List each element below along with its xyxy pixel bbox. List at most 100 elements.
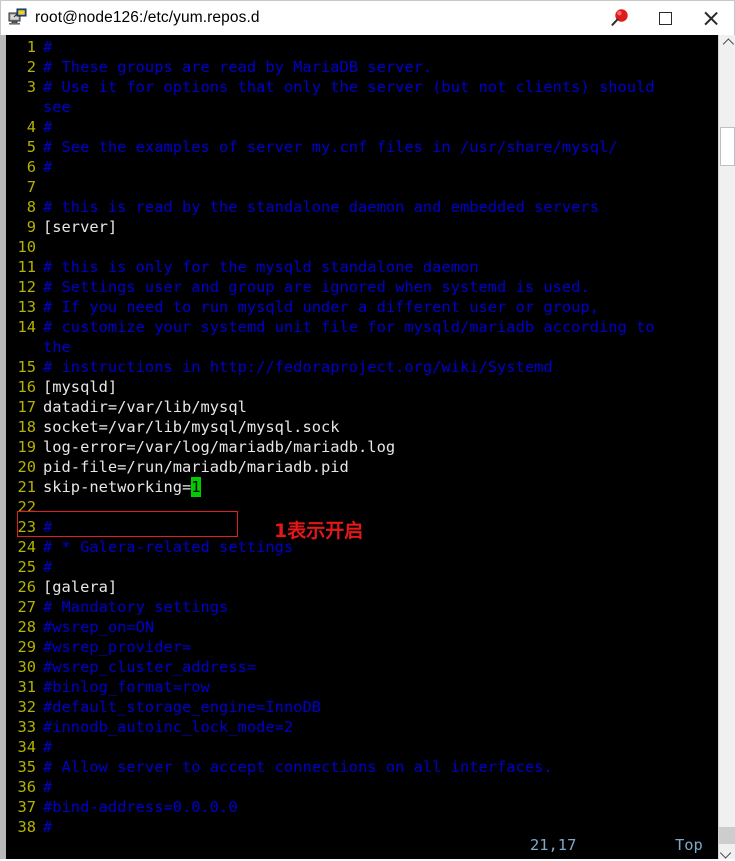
code-line[interactable]: 34 #	[6, 737, 718, 757]
scroll-up-button[interactable]	[719, 35, 735, 52]
line-text: # this is read by the standalone daemon …	[43, 197, 599, 217]
line-number: 10	[6, 237, 36, 257]
line-text: # instructions in http://fedoraproject.o…	[43, 357, 553, 377]
code-line[interactable]: 29#wsrep_provider=	[6, 637, 718, 657]
code-line[interactable]: 26[galera]	[6, 577, 718, 597]
maximize-button[interactable]	[642, 1, 688, 35]
code-line[interactable]: 14# customize your systemd unit file for…	[6, 317, 718, 337]
code-line[interactable]: 8 # this is read by the standalone daemon…	[6, 197, 718, 217]
line-text: #	[43, 37, 52, 57]
terminal-body[interactable]: 1#2# These groups are read by MariaDB se…	[0, 35, 735, 861]
code-line[interactable]: 10	[6, 237, 718, 257]
pin-icon[interactable]	[598, 1, 642, 35]
code-line[interactable]: 4#	[6, 117, 718, 137]
code-line[interactable]: 6#	[6, 157, 718, 177]
code-line[interactable]: 7	[6, 177, 718, 197]
line-text: socket=/var/lib/mysql/mysql.sock	[43, 417, 340, 437]
code-line[interactable]: 35# Allow server to accept connections o…	[6, 757, 718, 777]
terminal-window: root@node126:/etc/yum.repos.d 1#2# These…	[0, 0, 735, 861]
line-text: #default_storage_engine=InnoDB	[43, 697, 321, 717]
line-text: datadir=/var/lib/mysql	[43, 397, 247, 417]
scrollbar-track-bottom[interactable]	[719, 827, 735, 844]
code-line[interactable]: 3# Use it for options that only the serv…	[6, 77, 718, 97]
line-number: 32	[6, 697, 36, 717]
line-number: 38	[6, 817, 36, 837]
code-line[interactable]: 9[server]	[6, 217, 718, 237]
code-line[interactable]: 28 #wsrep_on=ON	[6, 617, 718, 637]
line-text: # * Galera-related settings	[43, 537, 293, 557]
line-text: #wsrep_on=ON	[43, 617, 154, 637]
code-line[interactable]: 13 # If you need to run mysqld under a di…	[6, 297, 718, 317]
code-line[interactable]: 12 # Settings user and group are ignored …	[6, 277, 718, 297]
line-number: 31	[6, 677, 36, 697]
code-line[interactable]: 30#wsrep_cluster_address=	[6, 657, 718, 677]
line-text: pid-file=/run/mariadb/mariadb.pid	[43, 457, 349, 477]
line-number: 2	[6, 57, 36, 77]
line-number: 8	[6, 197, 36, 217]
vertical-scrollbar[interactable]	[718, 35, 735, 861]
close-button[interactable]	[688, 1, 734, 35]
chevron-down-icon	[720, 847, 731, 858]
line-text: #bind-address=0.0.0.0	[43, 797, 238, 817]
terminal-canvas[interactable]: 1#2# These groups are read by MariaDB se…	[6, 35, 718, 861]
code-line[interactable]: 36#	[6, 777, 718, 797]
code-line[interactable]: 18 socket=/var/lib/mysql/mysql.sock	[6, 417, 718, 437]
remote-computer-icon	[8, 8, 28, 28]
line-number: 3	[6, 77, 36, 97]
line-text: # If you need to run mysqld under a diff…	[43, 297, 599, 317]
line-text: [mysqld]	[43, 377, 117, 397]
title-bar: root@node126:/etc/yum.repos.d	[0, 0, 735, 35]
line-number: 12	[6, 277, 36, 297]
code-line[interactable]: 11# this is only for the mysqld standalo…	[6, 257, 718, 277]
line-number: 28	[6, 617, 36, 637]
code-line[interactable]: 25#	[6, 557, 718, 577]
line-text: #	[43, 557, 52, 577]
line-number: 15	[6, 357, 36, 377]
line-number: 24	[6, 537, 36, 557]
line-text: # Settings user and group are ignored wh…	[43, 277, 590, 297]
code-line[interactable]: 22	[6, 497, 718, 517]
line-number: 19	[6, 437, 36, 457]
line-number: 1	[6, 37, 36, 57]
scrollbar-thumb[interactable]	[720, 127, 735, 166]
line-text-continuation: the	[43, 337, 71, 357]
code-line[interactable]: 17datadir=/var/lib/mysql	[6, 397, 718, 417]
line-text: # Allow server to accept connections on …	[43, 757, 553, 777]
code-line[interactable]: 19 log-error=/var/log/mariadb/mariadb.log	[6, 437, 718, 457]
chevron-up-icon	[723, 38, 734, 49]
line-text: #binlog_format=row	[43, 677, 210, 697]
line-number: 18	[6, 417, 36, 437]
code-line[interactable]: 21skip-networking=1	[6, 477, 718, 497]
code-line[interactable]: 15 # instructions in http://fedoraproject…	[6, 357, 718, 377]
line-number: 33	[6, 717, 36, 737]
code-line[interactable]: 32 #default_storage_engine=InnoDB	[6, 697, 718, 717]
line-number: 14	[6, 317, 36, 337]
code-line[interactable]: 31 #binlog_format=row	[6, 677, 718, 697]
code-line[interactable]: 33#innodb_autoinc_lock_mode=2	[6, 717, 718, 737]
vim-buffer[interactable]: 1#2# These groups are read by MariaDB se…	[6, 37, 718, 837]
code-line-wrapped: see	[6, 97, 718, 117]
line-text: #	[43, 117, 52, 137]
line-text: log-error=/var/log/mariadb/mariadb.log	[43, 437, 395, 457]
line-number: 29	[6, 637, 36, 657]
cursor-cell: 1	[191, 477, 200, 497]
line-text: #	[43, 737, 52, 757]
vim-status-line: 21,17 Top	[6, 836, 718, 858]
code-line[interactable]: 2# These groups are read by MariaDB serv…	[6, 57, 718, 77]
line-number: 22	[6, 497, 36, 517]
cursor-position: 21,17	[530, 836, 576, 854]
line-number: 34	[6, 737, 36, 757]
code-line[interactable]: 27# Mandatory settings	[6, 597, 718, 617]
line-number: 30	[6, 657, 36, 677]
code-line[interactable]: 5# See the examples of server my.cnf fil…	[6, 137, 718, 157]
code-line[interactable]: 1#	[6, 37, 718, 57]
code-line[interactable]: 38#	[6, 817, 718, 837]
code-line[interactable]: 16[mysqld]	[6, 377, 718, 397]
line-number: 11	[6, 257, 36, 277]
line-number: 4	[6, 117, 36, 137]
line-number: 13	[6, 297, 36, 317]
scroll-indicator: Top	[675, 836, 703, 854]
line-number: 27	[6, 597, 36, 617]
code-line[interactable]: 20pid-file=/run/mariadb/mariadb.pid	[6, 457, 718, 477]
code-line[interactable]: 37#bind-address=0.0.0.0	[6, 797, 718, 817]
